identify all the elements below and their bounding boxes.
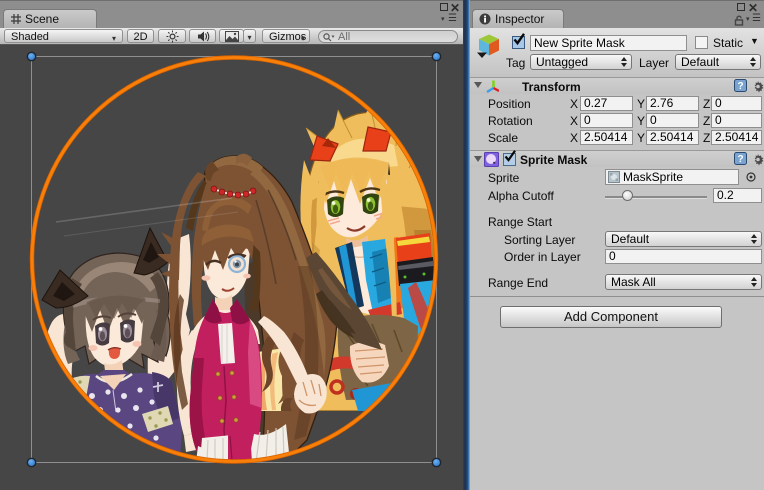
svg-text:?: ? <box>737 154 743 165</box>
svg-text:?: ? <box>737 81 743 92</box>
